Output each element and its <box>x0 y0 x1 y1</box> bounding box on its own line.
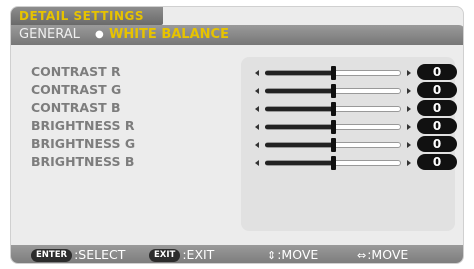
footer-select-text: :SELECT <box>74 247 126 262</box>
enter-key-icon: ENTER <box>31 249 73 262</box>
slider-thumb[interactable] <box>330 138 336 152</box>
slider-row[interactable]: 0 <box>255 64 457 80</box>
left-arrow-icon[interactable] <box>255 106 259 112</box>
right-arrow-icon[interactable] <box>407 88 411 94</box>
tab-bar: GENERAL ● WHITE BALANCE <box>11 25 463 45</box>
value-box: 0 <box>417 118 457 134</box>
right-arrow-icon[interactable] <box>407 70 411 76</box>
footer-move-v-text: :MOVE <box>277 247 319 262</box>
value-box: 0 <box>417 64 457 80</box>
label-brightness-r[interactable]: BRIGHTNESS R <box>31 117 134 135</box>
slider-row[interactable]: 0 <box>255 136 457 152</box>
footer-select: ENTER:SELECT <box>31 245 126 263</box>
left-arrow-icon[interactable] <box>255 124 259 130</box>
right-arrow-icon[interactable] <box>407 160 411 166</box>
label-brightness-b[interactable]: BRIGHTNESS B <box>31 153 134 171</box>
label-contrast-r[interactable]: CONTRAST R <box>31 63 121 81</box>
slider-thumb[interactable] <box>330 102 336 116</box>
footer-exit-text: :EXIT <box>182 247 215 262</box>
left-arrow-icon[interactable] <box>255 88 259 94</box>
slider-fill <box>265 161 333 165</box>
slider-thumb[interactable] <box>330 156 336 170</box>
left-arrow-icon[interactable] <box>255 142 259 148</box>
left-arrow-icon[interactable] <box>255 70 259 76</box>
slider-row[interactable]: 0 <box>255 82 457 98</box>
tab-general[interactable]: GENERAL <box>19 25 80 45</box>
label-contrast-b[interactable]: CONTRAST B <box>31 99 121 117</box>
footer-move-horizontal: ⇔:MOVE <box>357 245 409 263</box>
right-arrow-icon[interactable] <box>407 142 411 148</box>
slider-panel: 0 0 0 0 0 0 <box>241 57 457 231</box>
value-box: 0 <box>417 136 457 152</box>
left-right-arrow-icon: ⇔ <box>357 249 367 262</box>
slider-row[interactable]: 0 <box>255 118 457 134</box>
value-box: 0 <box>417 154 457 170</box>
slider-fill <box>265 143 333 147</box>
menu-title: DETAIL SETTINGS <box>11 7 163 25</box>
slider-row[interactable]: 0 <box>255 100 457 116</box>
right-arrow-icon[interactable] <box>407 124 411 130</box>
footer-help-bar: ENTER:SELECT EXIT:EXIT ⇕:MOVE ⇔:MOVE <box>11 245 463 263</box>
tab-white-balance[interactable]: WHITE BALANCE <box>109 25 229 45</box>
tab-separator: ● <box>95 29 104 40</box>
slider-fill <box>265 71 333 75</box>
label-contrast-g[interactable]: CONTRAST G <box>31 81 121 99</box>
right-arrow-icon[interactable] <box>407 106 411 112</box>
footer-exit: EXIT:EXIT <box>149 245 215 263</box>
left-arrow-icon[interactable] <box>255 160 259 166</box>
up-down-arrow-icon: ⇕ <box>267 249 277 262</box>
label-brightness-g[interactable]: BRIGHTNESS G <box>31 135 135 153</box>
exit-key-icon: EXIT <box>149 249 181 262</box>
slider-row[interactable]: 0 <box>255 154 457 170</box>
slider-thumb[interactable] <box>330 84 336 98</box>
value-box: 0 <box>417 82 457 98</box>
slider-thumb[interactable] <box>330 120 336 134</box>
value-box: 0 <box>417 100 457 116</box>
footer-move-h-text: :MOVE <box>367 247 409 262</box>
footer-move-vertical: ⇕:MOVE <box>267 245 319 263</box>
slider-fill <box>265 107 333 111</box>
osd-menu: DETAIL SETTINGS GENERAL ● WHITE BALANCE … <box>10 6 464 264</box>
slider-fill <box>265 89 333 93</box>
slider-fill <box>265 125 333 129</box>
slider-thumb[interactable] <box>330 66 336 80</box>
